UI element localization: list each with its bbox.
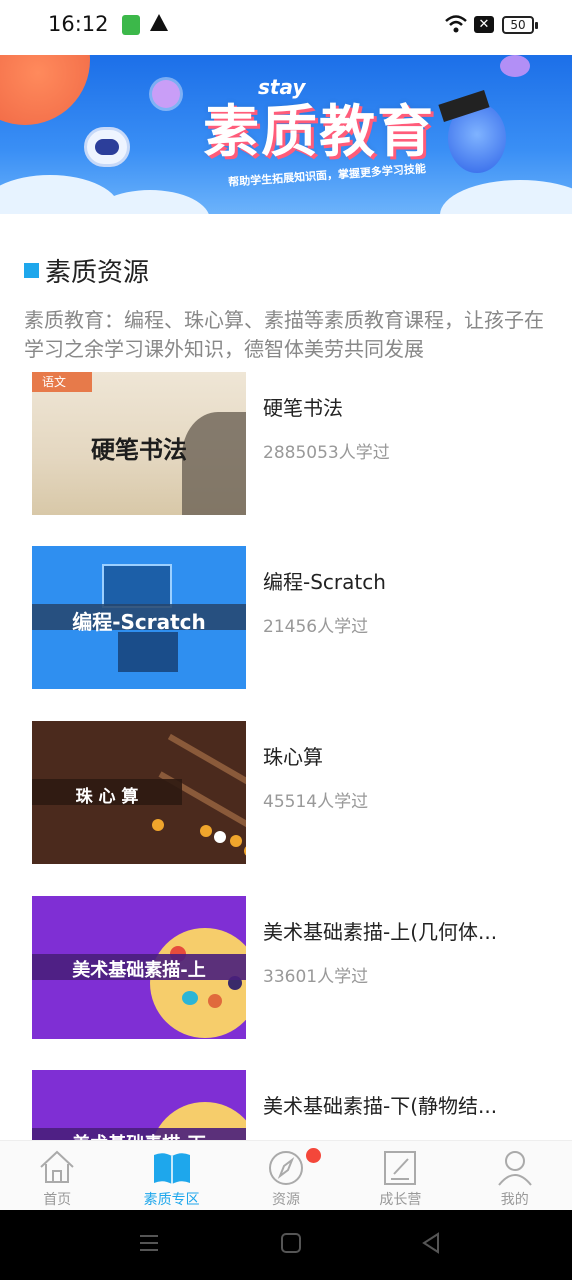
abacus-bead: [230, 835, 242, 847]
promo-banner[interactable]: stay 素质教育 帮助学生拓展知识面，掌握更多学习技能: [0, 55, 572, 214]
course-thumbnail: 珠 心 算: [32, 721, 246, 864]
banner-title: 素质教育: [203, 99, 435, 165]
tab-mine[interactable]: 我的: [458, 1141, 572, 1211]
course-name: 珠心算: [263, 745, 323, 769]
course-name: 美术基础素描-上(几何体...: [263, 920, 498, 944]
notification-dot: [306, 1148, 321, 1163]
thumb-title: 美术基础素描-上: [72, 960, 206, 981]
menu-icon[interactable]: [138, 1232, 160, 1254]
compass-icon: [268, 1151, 303, 1185]
app-notification-icon: [122, 15, 140, 35]
edit-icon: [384, 1151, 417, 1185]
warning-icon: [150, 14, 168, 31]
subject-tag: 语文: [42, 375, 67, 389]
tab-label: 成长营: [379, 1192, 422, 1208]
paint-dot: [182, 991, 198, 1005]
course-name: 美术基础素描-下(静物结...: [263, 1094, 498, 1118]
cloud-decoration: [440, 180, 572, 214]
abacus-bead: [152, 819, 164, 831]
thumb-title: 珠 心 算: [75, 787, 139, 807]
tab-label: 我的: [500, 1192, 529, 1208]
course-thumbnail: 美术基础素描-下: [32, 1070, 246, 1140]
course-item[interactable]: 珠 心 算 珠心算 45514人学过: [0, 721, 572, 866]
course-thumbnail: 美术基础素描-上: [32, 896, 246, 1039]
bottom-tab-bar: 首页 素质专区 资源 成长营 我的: [0, 1140, 572, 1210]
course-thumbnail: 编程-Scratch: [32, 546, 246, 689]
course-item[interactable]: 美术基础素描-上 美术基础素描-上(几何体... 33601人学过: [0, 896, 572, 1041]
home-button-icon[interactable]: [280, 1232, 302, 1254]
tab-home[interactable]: 首页: [0, 1141, 114, 1211]
course-name: 编程-Scratch: [263, 570, 386, 594]
status-time: 16:12: [48, 12, 109, 36]
tab-quality-zone[interactable]: 素质专区: [114, 1141, 228, 1211]
course-item[interactable]: 美术基础素描-下 美术基础素描-下(静物结...: [0, 1070, 572, 1140]
tab-resources[interactable]: 资源: [229, 1141, 343, 1211]
robot-illustration: [84, 127, 130, 167]
planet-decoration: [152, 80, 180, 108]
tab-growth[interactable]: 成长营: [343, 1141, 457, 1211]
abacus-bead: [244, 845, 246, 857]
section-description: 素质教育：编程、珠心算、素描等素质教育课程，让孩子在学习之余学习课外知识，德智体…: [24, 308, 544, 361]
paint-dot: [208, 994, 222, 1008]
book-icon: [153, 1153, 190, 1184]
course-learner-count: 45514人学过: [263, 792, 369, 812]
thumb-title: 美术基础素描-下: [32, 1130, 246, 1140]
planet-decoration: [0, 55, 90, 125]
abacus-bead: [214, 831, 226, 843]
section-header: 素质资源: [24, 252, 149, 288]
screen-illustration: [102, 564, 172, 608]
course-learner-count: 21456人学过: [263, 617, 369, 637]
wifi-icon: [445, 15, 467, 33]
no-sim-icon: ✕: [474, 16, 494, 33]
course-learner-count: 33601人学过: [263, 967, 369, 987]
home-icon: [40, 1150, 74, 1183]
section-title: 素质资源: [45, 257, 150, 288]
thumb-title: 编程-Scratch: [72, 610, 206, 634]
thumb-title: 硬笔书法: [91, 436, 187, 464]
tab-label: 资源: [271, 1192, 300, 1208]
tab-label: 首页: [43, 1192, 72, 1208]
system-nav-bar: [0, 1210, 572, 1280]
course-learner-count: 2885053人学过: [263, 443, 390, 463]
back-icon[interactable]: [420, 1232, 442, 1254]
course-name: 硬笔书法: [263, 396, 343, 420]
status-bar: 16:12 ✕ 50: [0, 0, 572, 54]
course-item[interactable]: 语文 硬笔书法 硬笔书法 2885053人学过: [0, 372, 572, 517]
battery-icon: 50: [502, 16, 538, 34]
course-thumbnail: 语文 硬笔书法: [32, 372, 246, 515]
section-marker: [24, 262, 39, 278]
abacus-bead: [200, 825, 212, 837]
course-item[interactable]: 编程-Scratch 编程-Scratch 21456人学过: [0, 546, 572, 691]
planet-decoration: [500, 55, 530, 77]
desk-illustration: [118, 632, 178, 672]
tab-label: 素质专区: [143, 1192, 200, 1208]
user-icon: [497, 1151, 532, 1186]
